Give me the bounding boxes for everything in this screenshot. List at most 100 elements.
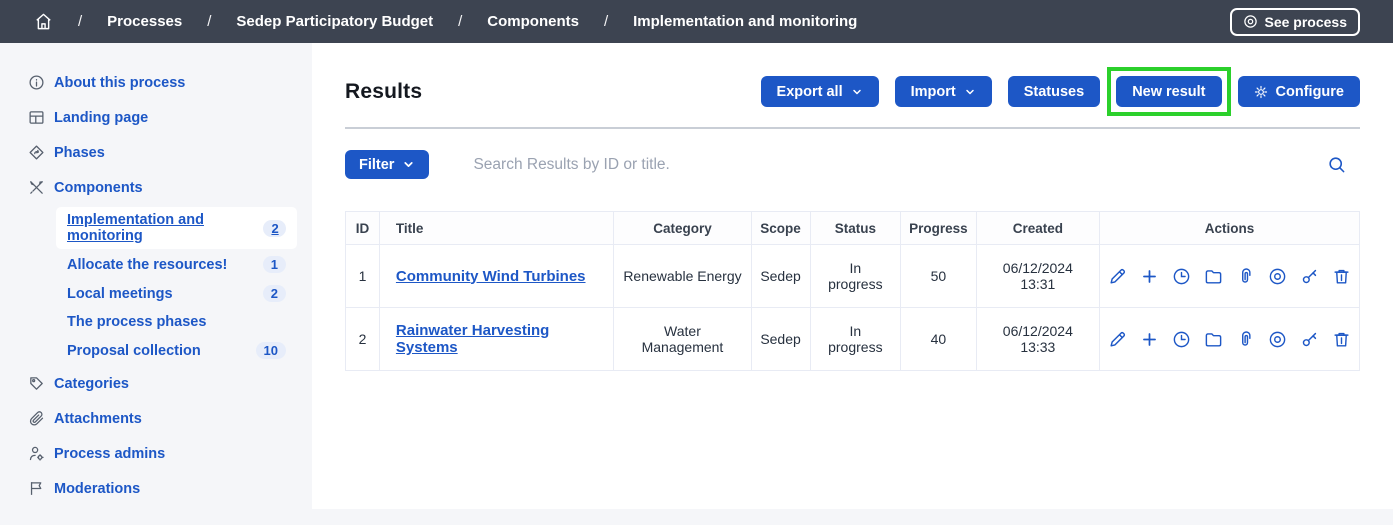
edit-action-icon[interactable] — [1108, 330, 1127, 349]
breadcrumb-item-processes[interactable]: Processes — [107, 13, 182, 30]
filter-label: Filter — [359, 157, 394, 173]
add-action-icon[interactable] — [1140, 330, 1159, 349]
cell-progress: 40 — [901, 308, 977, 371]
sidebar: About this process Landing page Phases — [0, 43, 312, 525]
count-badge: 1 — [263, 256, 286, 273]
cell-category: Water Management — [622, 323, 742, 355]
folder-action-icon[interactable] — [1204, 330, 1223, 349]
results-header: Results Export all Import Statuses — [345, 43, 1360, 129]
history-action-icon[interactable] — [1172, 267, 1191, 286]
sidebar-item-moderations[interactable]: Moderations — [0, 471, 312, 506]
cell-scope: Sedep — [751, 308, 810, 371]
column-header-progress: Progress — [901, 212, 977, 245]
breadcrumb: / Processes / Sedep Participatory Budget… — [34, 12, 857, 31]
cell-scope: Sedep — [751, 245, 810, 308]
result-title-link[interactable]: Rainwater Harvesting Systems — [396, 322, 549, 356]
permissions-action-icon[interactable] — [1300, 267, 1319, 286]
page-title: Results — [345, 80, 422, 104]
column-header-created: Created — [976, 212, 1099, 245]
sidebar-item-phases[interactable]: Phases — [0, 135, 312, 170]
sidebar-item-components[interactable]: Components — [0, 170, 312, 205]
preview-action-icon[interactable] — [1268, 267, 1287, 286]
subitem-label: Local meetings — [67, 286, 173, 302]
result-title-link[interactable]: Community Wind Turbines — [396, 268, 586, 285]
sidebar-subitem-local-meetings[interactable]: Local meetings 2 — [56, 280, 297, 307]
sidebar-item-label: Components — [54, 180, 143, 196]
folder-action-icon[interactable] — [1204, 267, 1223, 286]
count-badge: 10 — [256, 342, 286, 359]
see-process-button[interactable]: See process — [1230, 8, 1361, 36]
topbar: / Processes / Sedep Participatory Budget… — [0, 0, 1393, 43]
sidebar-item-attachments[interactable]: Attachments — [0, 401, 312, 436]
import-label: Import — [911, 84, 956, 100]
delete-action-icon[interactable] — [1332, 267, 1351, 286]
sidebar-subitem-proposal-collection[interactable]: Proposal collection 10 — [56, 337, 297, 364]
table-header-row: ID Title Category Scope Status Progress … — [346, 212, 1360, 245]
subitem-label: Allocate the resources! — [67, 257, 227, 273]
column-header-scope: Scope — [751, 212, 810, 245]
results-toolbar: Export all Import Statuses New re — [761, 76, 1360, 107]
tag-icon — [28, 375, 45, 392]
import-button[interactable]: Import — [895, 76, 992, 107]
sidebar-item-label: Process admins — [54, 446, 165, 462]
sidebar-subitem-the-process-phases[interactable]: The process phases — [56, 309, 297, 335]
sidebar-subitem-implementation-and-monitoring[interactable]: Implementation and monitoring 2 — [56, 207, 297, 249]
sidebar-item-landing-page[interactable]: Landing page — [0, 100, 312, 135]
subitem-label: Implementation and monitoring — [67, 212, 263, 244]
phases-icon — [28, 144, 45, 161]
chevron-down-icon — [851, 86, 863, 98]
gear-icon — [1254, 85, 1268, 99]
breadcrumb-separator: / — [604, 13, 608, 30]
sidebar-item-label: Categories — [54, 376, 129, 392]
column-header-status: Status — [810, 212, 901, 245]
breadcrumb-item-process[interactable]: Sedep Participatory Budget — [236, 13, 433, 30]
components-sublist: Implementation and monitoring 2 Allocate… — [56, 207, 297, 364]
cell-created: 06/12/2024 13:33 — [997, 323, 1079, 355]
statuses-label: Statuses — [1024, 84, 1084, 100]
chevron-down-icon — [964, 86, 976, 98]
user-gear-icon — [28, 445, 45, 462]
breadcrumb-item-components[interactable]: Components — [487, 13, 579, 30]
paperclip-icon — [28, 410, 45, 427]
home-icon[interactable] — [34, 12, 53, 31]
search-input[interactable] — [473, 156, 1327, 174]
add-action-icon[interactable] — [1140, 267, 1159, 286]
column-header-title: Title — [379, 212, 613, 245]
count-badge: 2 — [263, 220, 286, 237]
results-table: ID Title Category Scope Status Progress … — [345, 211, 1360, 371]
new-result-button[interactable]: New result — [1116, 76, 1221, 107]
column-header-id: ID — [346, 212, 380, 245]
sidebar-item-categories[interactable]: Categories — [0, 366, 312, 401]
history-action-icon[interactable] — [1172, 330, 1191, 349]
chevron-down-icon — [402, 158, 415, 171]
attachments-action-icon[interactable] — [1236, 267, 1255, 286]
tools-icon — [28, 179, 45, 196]
row-actions — [1108, 267, 1351, 286]
statuses-button[interactable]: Statuses — [1008, 76, 1100, 107]
sidebar-item-process-admins[interactable]: Process admins — [0, 436, 312, 471]
sidebar-item-label: Landing page — [54, 110, 148, 126]
sidebar-item-about[interactable]: About this process — [0, 65, 312, 100]
subitem-label: Proposal collection — [67, 343, 201, 359]
breadcrumb-separator: / — [78, 13, 82, 30]
flag-icon — [28, 480, 45, 497]
filter-button[interactable]: Filter — [345, 150, 429, 179]
sidebar-subitem-allocate-the-resources[interactable]: Allocate the resources! 1 — [56, 251, 297, 278]
search-icon[interactable] — [1327, 155, 1346, 174]
delete-action-icon[interactable] — [1332, 330, 1351, 349]
layout-icon — [28, 109, 45, 126]
export-all-button[interactable]: Export all — [761, 76, 879, 107]
permissions-action-icon[interactable] — [1300, 330, 1319, 349]
preview-action-icon[interactable] — [1268, 330, 1287, 349]
new-result-label: New result — [1132, 84, 1205, 100]
column-header-category: Category — [614, 212, 751, 245]
edit-action-icon[interactable] — [1108, 267, 1127, 286]
cell-status: In progress — [826, 260, 884, 292]
attachments-action-icon[interactable] — [1236, 330, 1255, 349]
table-row: 2 Rainwater Harvesting Systems Water Man… — [346, 308, 1360, 371]
eye-target-icon — [1243, 14, 1258, 29]
sidebar-item-label: Attachments — [54, 411, 142, 427]
table-row: 1 Community Wind Turbines Renewable Ener… — [346, 245, 1360, 308]
breadcrumb-separator: / — [458, 13, 462, 30]
configure-button[interactable]: Configure — [1238, 76, 1360, 107]
